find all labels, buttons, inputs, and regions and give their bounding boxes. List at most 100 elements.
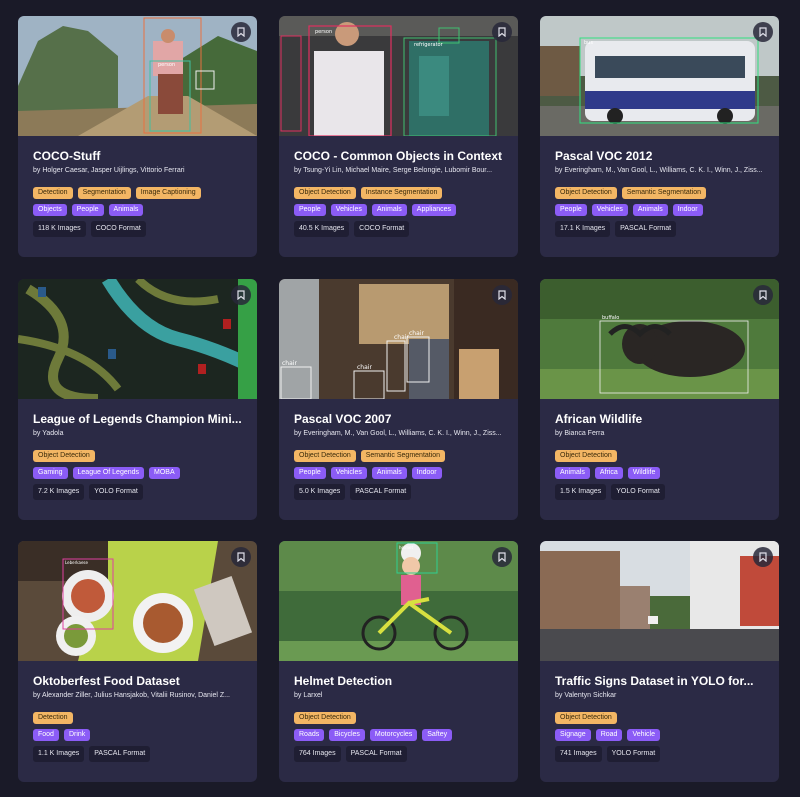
tag-chip[interactable]: Food [33,729,59,741]
dataset-authors: by Alexander Ziller, Julius Hansjakob, V… [33,692,230,699]
tag-chip[interactable]: Gaming [33,467,68,479]
tag-chip[interactable]: Objects [33,204,67,216]
tag-chip[interactable]: People [294,204,326,216]
tag-chip[interactable]: League Of Legends [72,467,145,479]
tag-chip[interactable]: Roads [294,729,325,741]
tag-chip[interactable]: Africa [594,467,623,479]
tag-chips: People Vehicles Animals Indoor [555,204,703,216]
task-chip[interactable]: Semantic Segmentation [360,450,446,462]
task-chips: Object Detection [33,450,95,462]
dataset-title[interactable]: League of Legends Champion Mini... [33,412,247,427]
tag-chip[interactable]: Appliances [411,204,457,216]
bookmark-button[interactable] [492,547,512,567]
dataset-title[interactable]: Helmet Detection [294,674,508,689]
task-chip[interactable]: Detection [33,712,73,724]
dataset-title[interactable]: Pascal VOC 2012 [555,149,769,164]
bookmark-button[interactable] [753,22,773,42]
tag-chip[interactable]: Animals [108,204,144,216]
task-chip[interactable]: Object Detection [555,187,617,199]
tag-chips: Animals Africa Wildlife [555,467,661,479]
detection-label: buffalo [602,315,619,321]
task-chip[interactable]: Object Detection [294,187,356,199]
tag-chip[interactable]: Animals [371,467,407,479]
task-chip[interactable]: Object Detection [294,450,356,462]
dataset-card[interactable]: helmet Helmet Detection by Larxel Object… [279,541,518,782]
task-chip[interactable]: Instance Segmentation [360,187,443,199]
bookmark-icon [498,290,506,300]
task-chips: Detection Segmentation Image Captioning [33,187,201,199]
detection-label: chair [394,334,409,341]
dataset-title[interactable]: Traffic Signs Dataset in YOLO for... [555,674,769,689]
tag-chip[interactable]: Vehicles [330,204,367,216]
image-count: 1.1 K Images [33,746,85,762]
bookmark-button[interactable] [753,285,773,305]
tag-chips: Roads Bicycles Motorcycles Saftey [294,729,453,741]
bookmark-button[interactable] [492,285,512,305]
task-chip[interactable]: Object Detection [555,450,617,462]
dataset-card[interactable]: bus Pascal VOC 2012 by Everingham, M., V… [540,16,779,257]
bookmark-icon [237,27,245,37]
tag-chip[interactable]: Wildlife [627,467,661,479]
dataset-authors: by Tsung-Yi Lin, Michael Maire, Serge Be… [294,167,493,174]
tag-chip[interactable]: Animals [371,204,407,216]
dataset-card[interactable]: chair chair chair chair Pascal VOC 2007 … [279,279,518,520]
dataset-card[interactable]: person COCO-Stuff by Holger Caesar, Jasp… [18,16,257,257]
tag-chip[interactable]: People [294,467,326,479]
dataset-meta: 40.5 K Images COCO Format [294,221,410,237]
tag-chip[interactable]: Motorcycles [369,729,418,741]
tag-chip[interactable]: Vehicles [330,467,367,479]
tag-chip[interactable]: Indoor [411,467,442,479]
bookmark-button[interactable] [492,22,512,42]
detection-label: person [158,62,175,68]
tag-chip[interactable]: Signage [555,729,591,741]
dataset-thumbnail [18,279,257,399]
annotation-format: YOLO Format [611,484,665,500]
image-count: 118 K Images [33,221,86,237]
tag-chip[interactable]: Road [595,729,623,741]
bookmark-button[interactable] [231,22,251,42]
task-chip[interactable]: Semantic Segmentation [621,187,707,199]
dataset-thumbnail: bus [540,16,779,136]
task-chip[interactable]: Detection [33,187,73,199]
tag-chip[interactable]: Animals [555,467,590,479]
tag-chip[interactable]: Vehicle [627,729,661,741]
dataset-card[interactable]: League of Legends Champion Mini... by Ya… [18,279,257,520]
dataset-card[interactable]: refrigerator person COCO - Common Object… [279,16,518,257]
annotation-format: PASCAL Format [350,484,412,500]
tag-chip[interactable]: Animals [632,204,668,216]
dataset-card[interactable]: Leberkaese Oktoberfest Food Dataset by A… [18,541,257,782]
dataset-title[interactable]: COCO - Common Objects in Context [294,149,508,164]
bookmark-button[interactable] [753,547,773,567]
dataset-meta: 17.1 K Images PASCAL Format [555,221,677,237]
detection-label: person [315,29,332,35]
tag-chip[interactable]: Indoor [672,204,703,216]
tag-chip[interactable]: MOBA [149,467,180,479]
dataset-title[interactable]: African Wildlife [555,412,769,427]
tag-chip[interactable]: People [555,204,587,216]
bookmark-button[interactable] [231,547,251,567]
dataset-title[interactable]: COCO-Stuff [33,149,247,164]
dataset-card[interactable]: Traffic Signs Dataset in YOLO for... by … [540,541,779,782]
detection-label: refrigerator [414,42,444,48]
annotation-format: COCO Format [354,221,410,237]
tag-chip[interactable]: People [71,204,104,216]
annotation-format: YOLO Format [606,746,661,762]
dataset-card[interactable]: buffalo African Wildlife by Bianca Ferra… [540,279,779,520]
task-chip[interactable]: Object Detection [294,712,356,724]
bookmark-button[interactable] [231,285,251,305]
tag-chip[interactable]: Drink [63,729,91,741]
image-count: 764 Images [294,746,341,762]
task-chip[interactable]: Segmentation [77,187,131,199]
dataset-thumbnail: Leberkaese [18,541,257,661]
dataset-title[interactable]: Oktoberfest Food Dataset [33,674,247,689]
tag-chip[interactable]: Vehicles [591,204,628,216]
tag-chips: People Vehicles Animals Appliances [294,204,457,216]
dataset-title[interactable]: Pascal VOC 2007 [294,412,508,427]
task-chip[interactable]: Object Detection [555,712,617,724]
task-chips: Object Detection [294,712,356,724]
tag-chips: People Vehicles Animals Indoor [294,467,442,479]
task-chip[interactable]: Object Detection [33,450,95,462]
task-chip[interactable]: Image Captioning [135,187,201,199]
tag-chip[interactable]: Saftey [422,729,453,741]
tag-chip[interactable]: Bicycles [329,729,365,741]
